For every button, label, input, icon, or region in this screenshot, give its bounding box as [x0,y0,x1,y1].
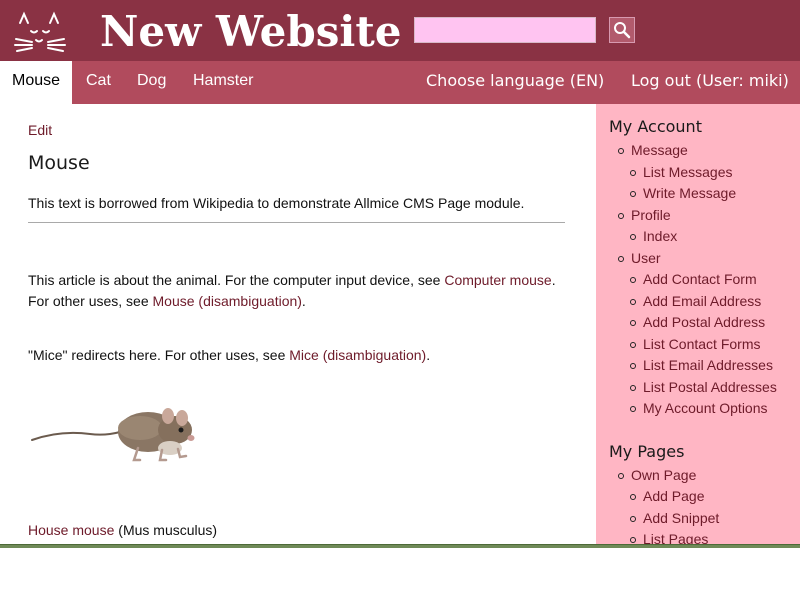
sidebar-item-list-pages[interactable]: List Pages [629,531,708,544]
my-pages-heading: My Pages [609,442,685,461]
mouse-disambiguation-link[interactable]: Mouse (disambiguation) [153,293,302,309]
sidebar: My Account Message List Messages Write M… [596,104,800,544]
sidebar-item-list-postal-addresses[interactable]: List Postal Addresses [630,379,777,395]
site-title[interactable]: New Website [100,4,401,60]
hatnote-text: . [301,293,306,309]
sidebar-item-my-account-options[interactable]: My Account Options [630,400,768,416]
main-content: Edit Mouse This text is borrowed from Wi… [0,104,596,544]
language-selector[interactable]: Choose language (EN) [426,61,604,104]
sidebar-item-index[interactable]: Index [629,228,677,244]
nav-item-hamster[interactable]: Hamster [193,61,253,104]
cat-face-icon[interactable] [12,9,68,57]
sidebar-item-message[interactable]: Message [618,142,688,158]
magnifier-icon [614,22,631,39]
hatnote-about: This article is about the animal. For th… [28,270,568,312]
sidebar-item-profile[interactable]: Profile [618,207,671,223]
sidebar-item-add-email-address[interactable]: Add Email Address [629,293,761,309]
hatnote-mice: "Mice" redirects here. For other uses, s… [28,345,430,366]
caption-text: (Mus musculus) [114,522,218,538]
computer-mouse-link[interactable]: Computer mouse [444,272,551,288]
sidebar-item-add-page[interactable]: Add Page [630,488,705,504]
logout-link[interactable]: Log out (User: miki) [631,61,789,104]
search-input[interactable] [414,17,596,43]
sidebar-item-user[interactable]: User [618,250,661,266]
intro-text: This text is borrowed from Wikipedia to … [28,195,525,211]
sidebar-item-list-email-addresses[interactable]: List Email Addresses [630,357,773,373]
mice-disambiguation-link[interactable]: Mice (disambiguation) [289,347,426,363]
hatnote-text: . [551,272,556,288]
window-bottom-edge [0,544,800,548]
page-title: Mouse [28,152,90,174]
divider [28,222,565,223]
sidebar-item-own-page[interactable]: Own Page [617,467,696,483]
sidebar-item-write-message[interactable]: Write Message [629,185,736,201]
sidebar-item-add-snippet[interactable]: Add Snippet [629,510,719,526]
hatnote-text: This article is about the animal. For th… [28,272,445,288]
main-nav: Mouse Cat Dog Hamster Choose language (E… [0,61,800,104]
nav-item-mouse[interactable]: Mouse [0,61,72,104]
hatnote-text: For other uses, see [28,293,153,309]
nav-item-cat[interactable]: Cat [86,61,111,104]
mouse-image [31,408,195,462]
hatnote-text: . [426,347,431,363]
search-button[interactable] [609,17,635,43]
nav-item-dog[interactable]: Dog [137,61,166,104]
sidebar-item-list-messages[interactable]: List Messages [629,164,732,180]
edit-link[interactable]: Edit [28,122,52,138]
hatnote-text: "Mice" redirects here. For other uses, s… [28,347,290,363]
image-caption: House mouse (Mus musculus) [28,520,217,541]
house-mouse-link[interactable]: House mouse [28,522,114,538]
header: New Website [0,0,800,61]
sidebar-item-list-contact-forms[interactable]: List Contact Forms [629,336,760,352]
sidebar-item-add-contact-form[interactable]: Add Contact Form [630,271,757,287]
sidebar-item-add-postal-address[interactable]: Add Postal Address [629,314,765,330]
my-account-heading: My Account [609,117,702,136]
